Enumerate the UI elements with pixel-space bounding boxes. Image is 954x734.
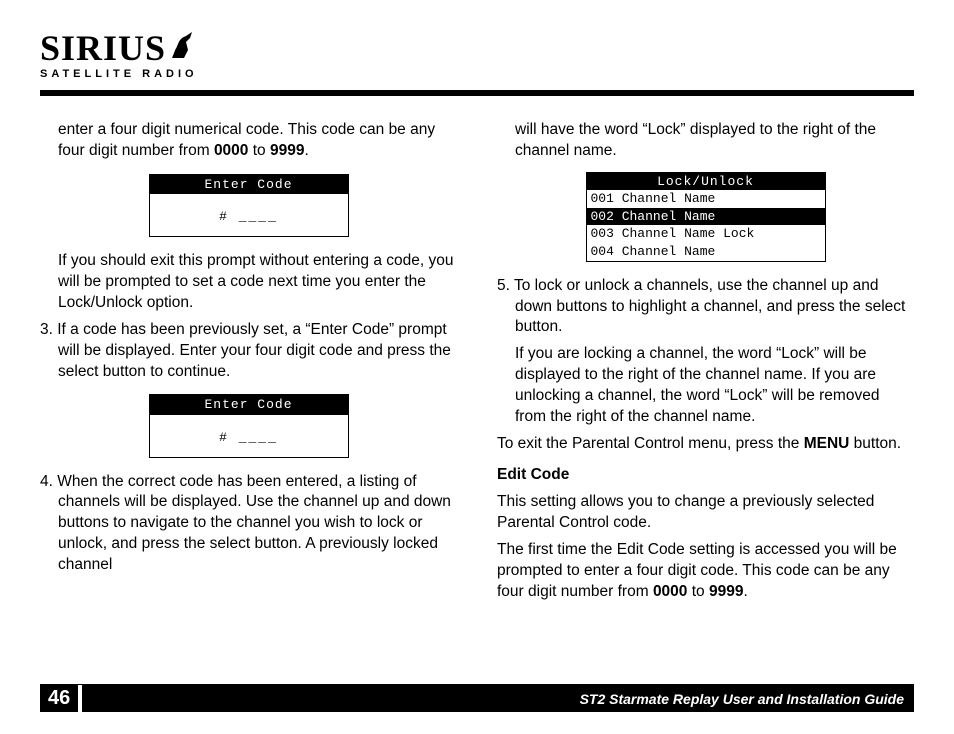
right-column: will have the word “Lock” displayed to t… [497, 120, 914, 608]
edit-code-heading: Edit Code [497, 465, 914, 486]
lock-unlock-display: Lock/Unlock 001 Channel Name 002 Channel… [586, 172, 826, 262]
body-text: enter a four digit numerical code. This … [58, 120, 457, 162]
body-text: The first time the Edit Code setting is … [497, 540, 914, 603]
channel-row: 002 Channel Name [587, 208, 825, 226]
channel-row: 004 Channel Name [587, 243, 825, 261]
display-title: Enter Code [150, 175, 348, 195]
body-text: This setting allows you to change a prev… [497, 492, 914, 534]
channel-row: 003 Channel Name Lock [587, 225, 825, 243]
dog-icon [168, 30, 196, 60]
header-rule [40, 90, 914, 96]
step-5: 5. To lock or unlock a channels, use the… [497, 276, 914, 339]
left-column: enter a four digit numerical code. This … [40, 120, 457, 608]
content-columns: enter a four digit numerical code. This … [40, 120, 914, 608]
brand-tagline: SATELLITE RADIO [40, 68, 198, 80]
body-text: If you are locking a channel, the word “… [515, 344, 914, 428]
page-number: 46 [40, 685, 78, 712]
page-header: SIRIUS SATELLITE RADIO [40, 30, 914, 80]
display-title: Lock/Unlock [587, 173, 825, 191]
body-text: If you should exit this prompt without e… [58, 251, 457, 314]
footer-title: ST2 Starmate Replay User and Installatio… [82, 685, 914, 712]
display-body: # ____ [150, 194, 348, 236]
display-body: # ____ [150, 415, 348, 457]
channel-row: 001 Channel Name [587, 190, 825, 208]
step-3: 3. If a code has been previously set, a … [40, 320, 457, 383]
enter-code-display-1: Enter Code # ____ [149, 174, 349, 237]
brand-logo: SIRIUS SATELLITE RADIO [40, 30, 914, 80]
body-text: To exit the Parental Control menu, press… [497, 434, 914, 455]
body-text: will have the word “Lock” displayed to t… [515, 120, 914, 162]
step-4: 4. When the correct code has been entere… [40, 472, 457, 577]
brand-name: SIRIUS [40, 30, 166, 66]
display-title: Enter Code [150, 395, 348, 415]
page-footer: 46 ST2 Starmate Replay User and Installa… [40, 684, 914, 712]
enter-code-display-2: Enter Code # ____ [149, 394, 349, 457]
